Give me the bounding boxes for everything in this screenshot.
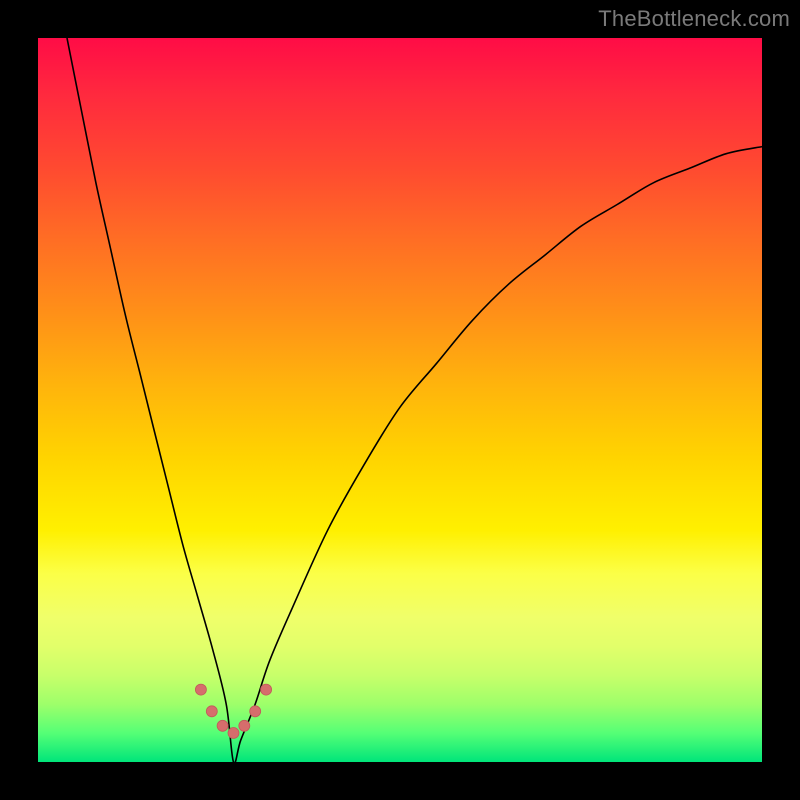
cluster-dot (195, 684, 206, 695)
cluster-dot (261, 684, 272, 695)
watermark-text: TheBottleneck.com (598, 6, 790, 32)
outer-frame: TheBottleneck.com (0, 0, 800, 800)
cluster-dot (228, 728, 239, 739)
curve-layer (38, 38, 762, 762)
plot-area (38, 38, 762, 762)
cluster-dot (239, 720, 250, 731)
bottleneck-curve (67, 38, 762, 763)
cluster-dot (217, 720, 228, 731)
cluster-dots (195, 684, 271, 738)
cluster-dot (206, 706, 217, 717)
cluster-dot (250, 706, 261, 717)
